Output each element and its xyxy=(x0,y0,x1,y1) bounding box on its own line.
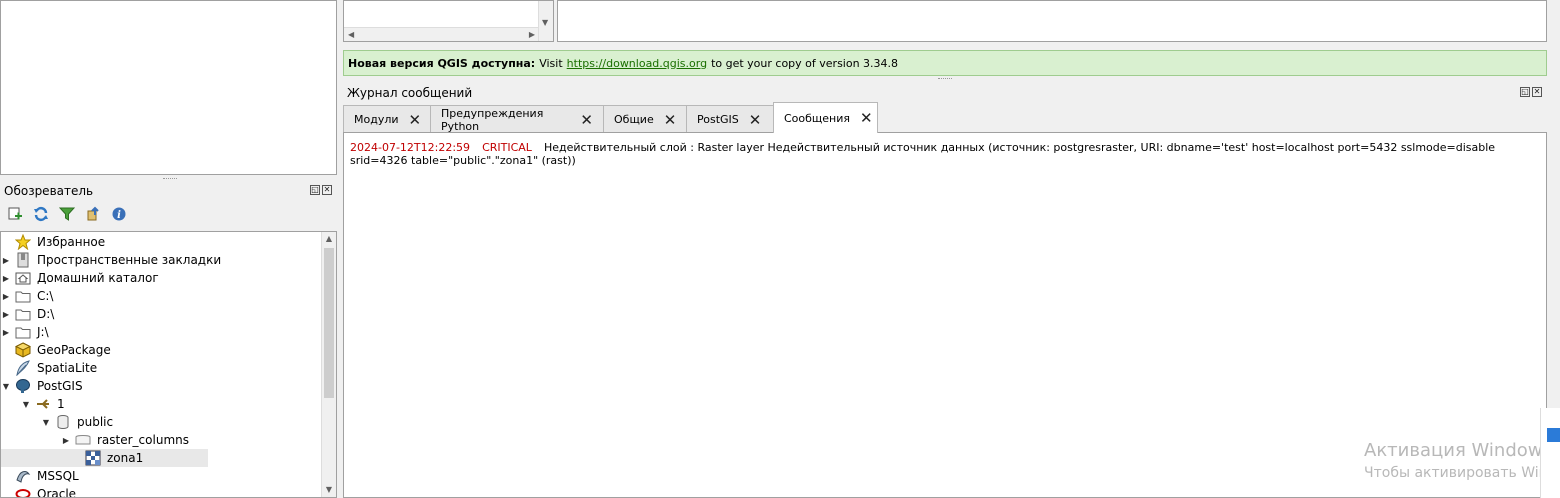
browser-panel-title: Обозреватель xyxy=(4,184,94,198)
banner-pre-text: Visit xyxy=(539,56,563,70)
close-icon[interactable]: ✕ xyxy=(580,111,593,129)
browser-tree[interactable]: Избранное ▶ Пространственные закладки ▶ … xyxy=(0,231,337,498)
window-icon xyxy=(1547,428,1560,442)
scrollbar-thumb[interactable] xyxy=(324,248,334,398)
bookmark-icon xyxy=(15,252,31,268)
tab-postgis[interactable]: PostGIS ✕ xyxy=(686,105,774,133)
log-level: CRITICAL xyxy=(482,141,532,154)
tree-scrollbar[interactable]: ▲ ▼ xyxy=(321,232,336,497)
windows-activation-watermark: Активация Windows Чтобы активировать Win… xyxy=(1364,440,1560,481)
close-icon[interactable]: ✕ xyxy=(749,111,762,129)
tab-messages[interactable]: Сообщения ✕ xyxy=(773,102,878,133)
scroll-down-icon[interactable]: ▼ xyxy=(322,483,336,497)
info-icon[interactable]: i xyxy=(110,205,128,223)
scroll-right-icon[interactable]: ▶ xyxy=(529,28,535,42)
splitter-grip[interactable] xyxy=(938,78,952,80)
tree-item-geopackage[interactable]: GeoPackage xyxy=(1,341,111,359)
tab-general[interactable]: Общие ✕ xyxy=(603,105,687,133)
expand-arrow-icon[interactable]: ▶ xyxy=(1,328,11,337)
close-icon[interactable]: ✕ xyxy=(860,109,873,127)
tab-modules[interactable]: Модули ✕ xyxy=(343,105,431,133)
folder-icon xyxy=(15,324,31,340)
tree-item-postgis[interactable]: ▼ PostGIS xyxy=(1,377,83,395)
log-timestamp: 2024-07-12T12:22:59 xyxy=(350,141,471,154)
banner-post-text: to get your copy of version 3.34.8 xyxy=(711,56,899,70)
vertical-scrollbar[interactable]: ▼ xyxy=(538,1,553,41)
add-layer-icon[interactable] xyxy=(6,205,24,223)
star-icon xyxy=(15,234,31,250)
tree-item-spatialite[interactable]: SpatiaLite xyxy=(1,359,97,377)
expand-arrow-icon[interactable]: ▶ xyxy=(1,256,11,265)
tree-item-raster-columns[interactable]: ▶ raster_columns xyxy=(61,431,189,449)
tree-item-home[interactable]: ▶ Домашний каталог xyxy=(1,269,159,287)
tree-item-oracle[interactable]: Oracle xyxy=(1,485,76,497)
mssql-icon xyxy=(15,468,31,484)
float-panel-button[interactable]: ◱ xyxy=(1520,87,1530,97)
tree-item-spatial-bookmarks[interactable]: ▶ Пространственные закладки xyxy=(1,251,221,269)
collapse-arrow-icon[interactable]: ▼ xyxy=(21,400,31,409)
top-detail-panel[interactable] xyxy=(557,0,1547,42)
tree-item-mssql[interactable]: MSSQL xyxy=(1,467,79,485)
collapse-all-icon[interactable] xyxy=(84,205,102,223)
close-icon[interactable]: ✕ xyxy=(664,111,677,129)
folder-icon xyxy=(15,306,31,322)
expand-arrow-icon[interactable]: ▶ xyxy=(1,310,11,319)
download-link[interactable]: https://download.qgis.org xyxy=(567,57,707,70)
log-entry: 2024-07-12T12:22:59 CRITICAL Недействитель… xyxy=(350,141,1530,167)
update-notification-banner: Новая версия QGIS доступна: Visit https:… xyxy=(343,50,1547,76)
feather-icon xyxy=(15,360,31,376)
tree-item-drive-c[interactable]: ▶ C:\ xyxy=(1,287,54,305)
log-tabs: Модули ✕ Предупреждения Python ✕ Общие ✕ Po… xyxy=(343,102,878,133)
close-panel-button[interactable]: ✕ xyxy=(322,185,332,195)
log-panel-title: Журнал сообщений xyxy=(347,86,473,100)
layers-panel[interactable] xyxy=(0,0,337,175)
elephant-icon xyxy=(15,378,31,394)
close-panel-button[interactable]: ✕ xyxy=(1532,87,1542,97)
tree-item-zona1[interactable]: zona1 xyxy=(1,449,208,467)
tree-item-connection[interactable]: ▼ 1 xyxy=(21,395,65,413)
filter-icon[interactable] xyxy=(58,205,76,223)
folder-icon xyxy=(15,288,31,304)
scroll-down-icon[interactable]: ▼ xyxy=(542,18,548,27)
table-icon xyxy=(75,432,91,448)
tree-item-schema-public[interactable]: ▼ public xyxy=(41,413,113,431)
horizontal-scrollbar[interactable]: ◀ ▶ xyxy=(344,27,539,41)
splitter-grip[interactable] xyxy=(163,178,177,180)
expand-arrow-icon[interactable]: ▶ xyxy=(1,292,11,301)
tree-item-favorites[interactable]: Избранное xyxy=(1,233,105,251)
connection-icon xyxy=(35,396,51,412)
tree-item-drive-j[interactable]: ▶ J:\ xyxy=(1,323,49,341)
close-icon[interactable]: ✕ xyxy=(409,111,422,129)
database-schema-icon xyxy=(55,414,71,430)
refresh-icon[interactable] xyxy=(32,205,50,223)
collapse-arrow-icon[interactable]: ▼ xyxy=(41,418,51,427)
expand-arrow-icon[interactable]: ▶ xyxy=(61,436,71,445)
collapse-arrow-icon[interactable]: ▼ xyxy=(1,382,11,391)
top-list-panel[interactable]: ◀ ▶ ▼ xyxy=(343,0,554,42)
float-panel-button[interactable]: ◱ xyxy=(310,185,320,195)
expand-arrow-icon[interactable]: ▶ xyxy=(1,274,11,283)
browser-toolbar: i xyxy=(6,205,128,223)
tree-item-drive-d[interactable]: ▶ D:\ xyxy=(1,305,54,323)
banner-title: Новая версия QGIS доступна: xyxy=(348,56,536,70)
scroll-left-icon[interactable]: ◀ xyxy=(348,28,354,42)
raster-layer-icon xyxy=(85,450,101,466)
svg-text:i: i xyxy=(117,210,121,221)
offscreen-window-edge xyxy=(1540,408,1560,498)
scroll-up-icon[interactable]: ▲ xyxy=(322,232,336,246)
oracle-icon xyxy=(15,486,31,497)
home-folder-icon xyxy=(15,270,31,286)
tab-python-warnings[interactable]: Предупреждения Python ✕ xyxy=(430,105,604,133)
geopackage-icon xyxy=(15,342,31,358)
